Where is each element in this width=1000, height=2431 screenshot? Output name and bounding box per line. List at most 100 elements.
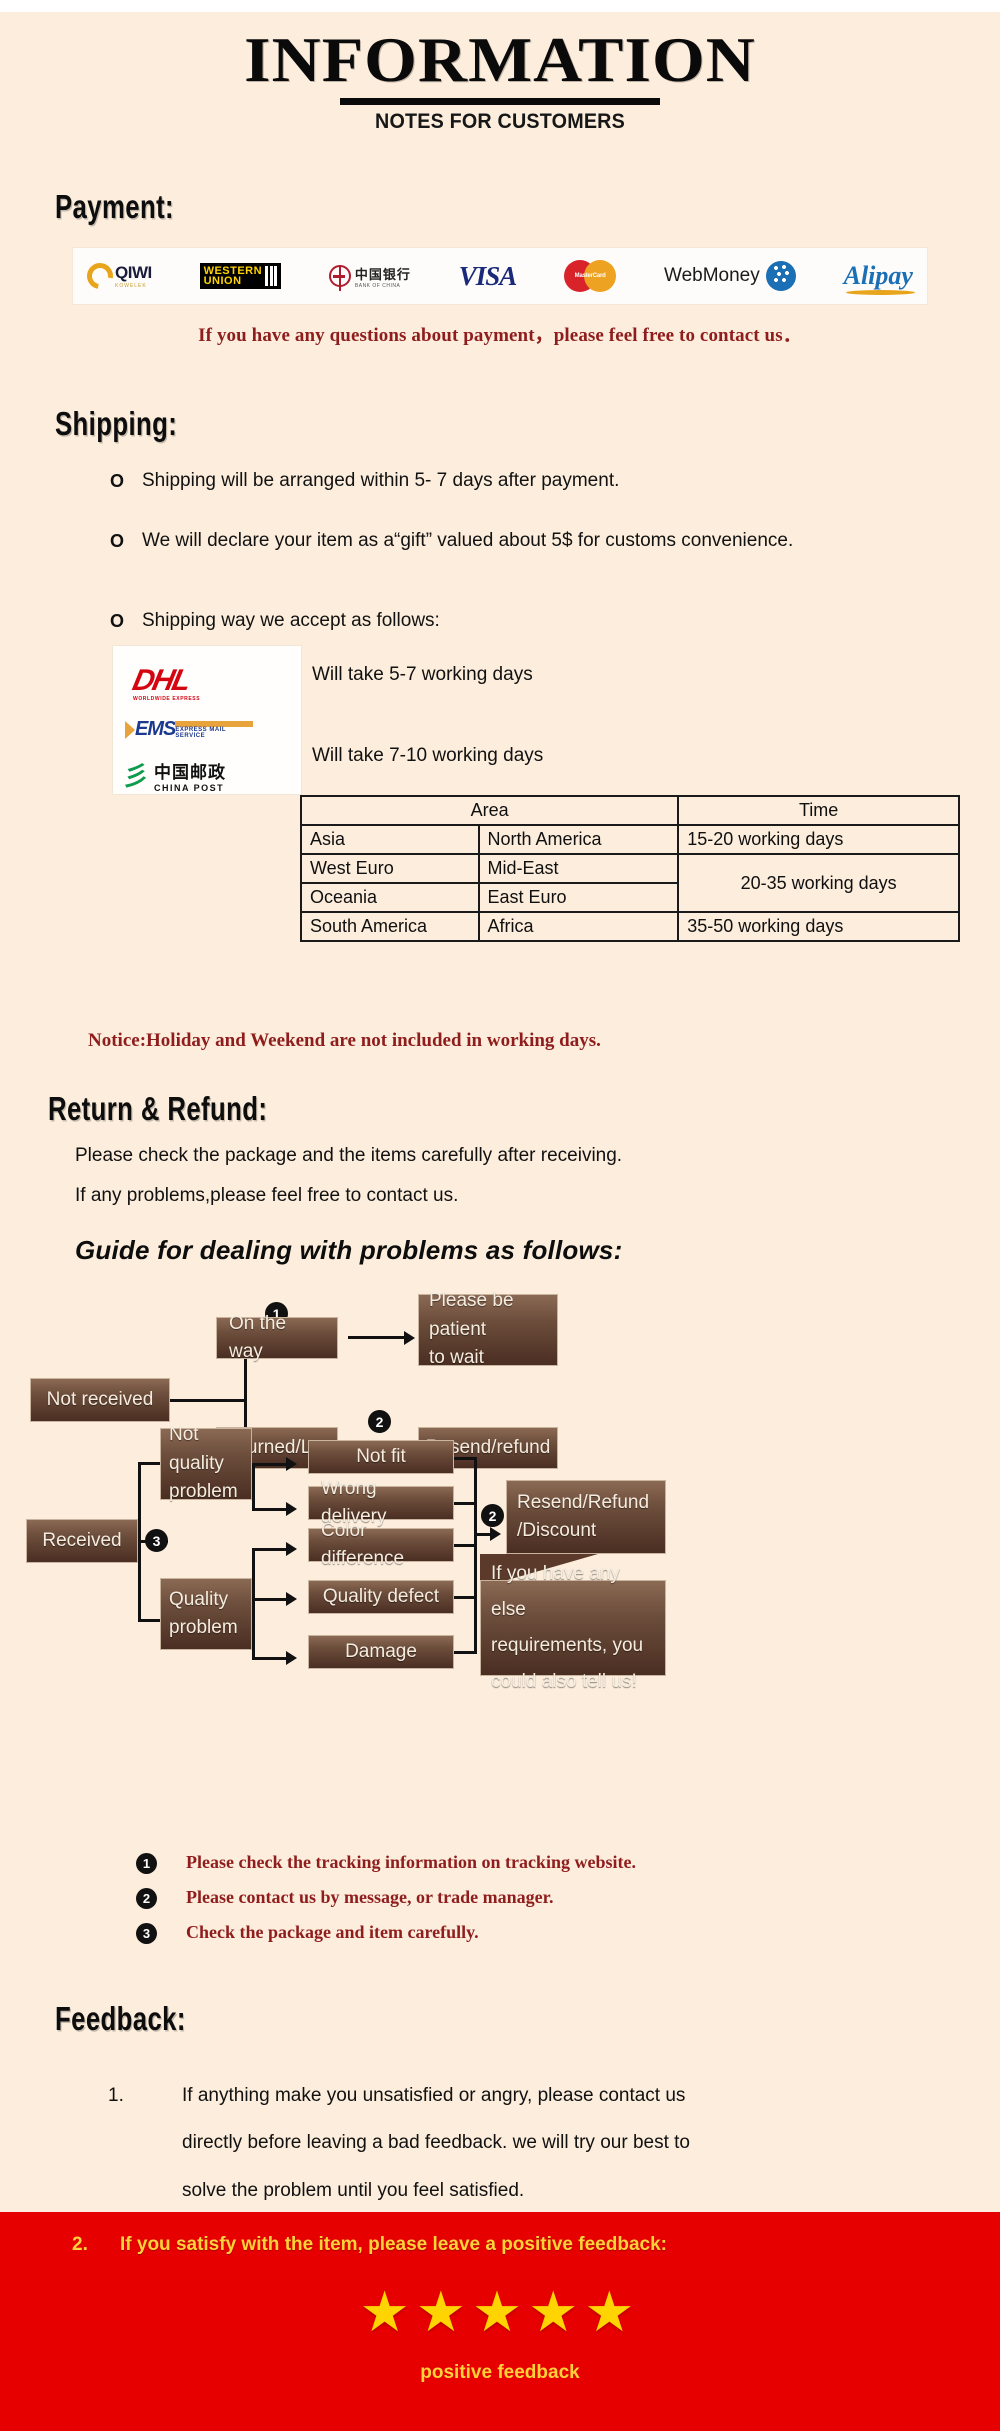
note-text-3: Check the package and item carefully.: [186, 1922, 479, 1942]
note-marker-2: 2: [136, 1888, 157, 1909]
guide-title: Guide for dealing with problems as follo…: [75, 1235, 623, 1265]
shipping-bullet-2-text: We will declare your item as a“gift” val…: [142, 530, 794, 551]
flow-node-please-be-patient: Please be patient to wait: [418, 1290, 558, 1368]
patient-line-1: Please be patient: [429, 1290, 514, 1340]
flow-node-received: Received: [26, 1519, 138, 1563]
flow-line: [454, 1596, 476, 1599]
flow-node-damage: Damage: [308, 1635, 454, 1669]
alipay-logo: Alipay: [844, 254, 916, 298]
callout-line-3: could also tell us!: [491, 1671, 637, 1693]
qiwi-circle-icon: [81, 257, 119, 295]
return-line-1: Please check the package and the items c…: [75, 1145, 623, 1166]
shipping-heading: Shipping:: [55, 405, 178, 442]
positive-feedback-caption: positive feedback: [420, 2362, 580, 2383]
flow-arrow: [286, 1651, 297, 1665]
table-row: West Euro Mid-East 20-35 working days: [300, 853, 960, 913]
visa-logo: VISA: [458, 254, 518, 298]
cell-time: 35-50 working days: [677, 911, 960, 942]
ems-bar-icon: EXPRESS MAIL SERVICE: [175, 720, 254, 739]
note-marker-1: 1: [136, 1853, 157, 1874]
top-white-strip: [0, 0, 1000, 12]
star-rating: ★★★★★: [359, 2280, 641, 2343]
not-quality-line-2: problem: [169, 1481, 238, 1503]
flow-line: [348, 1336, 408, 1339]
western-union-logo: WESTERN UNION: [199, 254, 282, 298]
flow-node-on-the-way: On the way: [216, 1313, 338, 1362]
flow-arrow: [490, 1527, 501, 1541]
visa-label: VISA: [458, 260, 518, 291]
cell-area2: Africa: [477, 911, 680, 942]
flow-node-quality-defect: Quality defect: [308, 1580, 454, 1614]
page-subtitle: NOTES FOR CUSTOMERS: [375, 110, 625, 133]
title-underline: [340, 98, 660, 105]
ems-triangle-icon: [125, 720, 135, 739]
flow-line: [454, 1544, 476, 1547]
ems-logo: EMS EXPRESS MAIL SERVICE: [125, 718, 254, 741]
china-post-mark-icon: 彡: [120, 760, 152, 791]
working-days-notice: Notice:Holiday and Weekend are not inclu…: [88, 1030, 601, 1051]
flow-line: [252, 1598, 288, 1601]
flow-line: [454, 1457, 476, 1460]
flow-arrow: [286, 1502, 297, 1516]
rrd-line-1: Resend/Refund: [517, 1491, 650, 1513]
quality-line-2: problem: [169, 1617, 238, 1638]
information-page: INFORMATION NOTES FOR CUSTOMERS Payment:…: [0, 0, 1000, 2431]
flow-line: [454, 1502, 476, 1505]
problem-flowchart: Not received 1 On the way Returned/Lost …: [0, 1290, 1000, 1810]
webmoney-logo: WebMoney: [664, 254, 796, 298]
return-refund-heading: Return & Refund:: [48, 1090, 268, 1127]
ems-sublabel: EXPRESS MAIL SERVICE: [175, 726, 226, 739]
flow-arrow: [286, 1542, 297, 1556]
not-quality-line-1: Not quality: [169, 1424, 224, 1474]
feedback-item1-line1: If anything make you unsatisfied or angr…: [182, 2085, 686, 2106]
cell-area2: North America: [477, 824, 680, 855]
payment-note: If you have any questions about payment，…: [198, 325, 802, 346]
flow-line: [252, 1508, 288, 1511]
dhl-logo: DHL WORLDWIDE EXPRESS: [130, 664, 200, 702]
dhl-label: DHL: [129, 664, 193, 697]
feedback-item2-number: 2.: [72, 2234, 88, 2255]
mastercard-circles-icon: MasterCard: [564, 260, 617, 292]
bullet-marker-icon: O: [110, 471, 125, 491]
shipping-time-table: Area Time Asia North America 15-20 worki…: [299, 795, 960, 942]
cell-area1: West Euro: [300, 853, 480, 884]
shipping-bullet-1-text: Shipping will be arranged within 5- 7 da…: [142, 470, 620, 491]
flow-arrow: [286, 1457, 297, 1471]
cell-area2: Mid-East: [477, 853, 680, 884]
flow-line: [252, 1463, 288, 1466]
bank-of-china-cn: 中国银行: [354, 266, 411, 282]
flow-node-not-received: Not received: [30, 1378, 170, 1422]
china-post-cn: 中国邮政: [154, 763, 227, 782]
callout-line-1: If you have any else: [491, 1562, 620, 1620]
shipping-bullet-3-text: Shipping way we accept as follows:: [142, 610, 440, 631]
western-union-line2: UNION: [203, 275, 242, 287]
qiwi-label: QIWI: [115, 263, 152, 282]
page-title: INFORMATION: [244, 24, 756, 95]
note-text-2: Please contact us by message, or trade m…: [186, 1887, 554, 1907]
flow-line: [474, 1457, 477, 1654]
bullet-marker-icon: O: [110, 531, 125, 551]
feedback-item2-text: If you satisfy with the item, please lea…: [120, 2234, 667, 2255]
quality-line-1: Quality: [169, 1588, 229, 1610]
bank-of-china-mark-icon: [328, 265, 351, 291]
china-post-logo: 彡 中国邮政 CHINA POST: [120, 758, 227, 794]
return-line-2: If any problems,please feel free to cont…: [75, 1185, 459, 1206]
table-row: South America Africa 35-50 working days: [300, 911, 960, 942]
qiwi-logo: QIWI KOWELEK: [81, 254, 152, 298]
flow-line: [252, 1657, 288, 1660]
flow-line: [170, 1399, 246, 1402]
flow-node-color-difference: Color difference: [308, 1520, 454, 1569]
table-header-area: Area: [299, 795, 680, 826]
webmoney-label: WebMoney: [664, 265, 760, 286]
payment-methods-strip: QIWI KOWELEK WESTERN UNION 中国银行 BANK OF …: [72, 247, 928, 305]
mastercard-label: MasterCard: [574, 273, 606, 279]
cell-area1: Oceania: [300, 882, 480, 913]
cell-time: 20-35 working days: [677, 853, 960, 913]
flow-callout-box: If you have any else requirements, you c…: [480, 1563, 666, 1692]
positive-feedback-banner: 2. If you satisfy with the item, please …: [0, 2212, 1000, 2431]
shipping-bullet-1: O Shipping will be arranged within 5- 7 …: [110, 468, 932, 494]
flow-line: [252, 1463, 255, 1511]
ems-label: EMS: [135, 718, 176, 740]
flow-marker-3: 3: [145, 1529, 168, 1552]
flow-arrow: [286, 1592, 297, 1606]
